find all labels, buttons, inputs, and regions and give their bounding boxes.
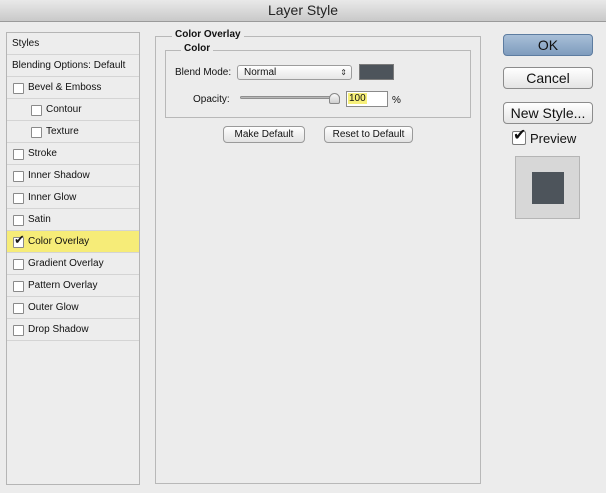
style-item-bevel-emboss[interactable]: Bevel & Emboss <box>7 77 139 99</box>
opacity-slider-thumb[interactable] <box>329 93 340 104</box>
blend-mode-value: Normal <box>244 67 277 78</box>
stroke-checkbox[interactable] <box>13 149 24 160</box>
contour-checkbox[interactable] <box>31 105 42 116</box>
drop-shadow-checkbox[interactable] <box>13 325 24 336</box>
style-item-gradient-overlay[interactable]: Gradient Overlay <box>7 253 139 275</box>
style-item-label: Bevel & Emboss <box>28 82 102 93</box>
new-style-button[interactable]: New Style... <box>503 102 593 124</box>
preview-label: Preview <box>530 131 577 146</box>
window-title: Layer Style <box>0 0 606 22</box>
blending-options-item[interactable]: Blending Options: Default <box>7 55 139 77</box>
style-item-label: Color Overlay <box>28 236 90 247</box>
blend-mode-label: Blend Mode: <box>175 67 232 78</box>
inner-shadow-checkbox[interactable] <box>13 171 24 182</box>
opacity-label: Opacity: <box>193 94 230 105</box>
styles-list: Styles Blending Options: Default Bevel &… <box>6 32 140 485</box>
bevel-emboss-checkbox[interactable] <box>13 83 24 94</box>
style-item-contour[interactable]: Contour <box>7 99 139 121</box>
style-item-stroke[interactable]: Stroke <box>7 143 139 165</box>
satin-checkbox[interactable] <box>13 215 24 226</box>
style-item-label: Drop Shadow <box>28 324 89 335</box>
style-item-label: Contour <box>46 104 82 115</box>
style-item-pattern-overlay[interactable]: Pattern Overlay <box>7 275 139 297</box>
checkmark-icon: ✔ <box>513 127 527 144</box>
style-item-color-overlay[interactable]: ✔ Color Overlay <box>7 231 139 253</box>
style-item-inner-glow[interactable]: Inner Glow <box>7 187 139 209</box>
style-item-label: Inner Shadow <box>28 170 90 181</box>
styles-header[interactable]: Styles <box>7 33 139 55</box>
gradient-overlay-checkbox[interactable] <box>13 259 24 270</box>
overlay-color-swatch[interactable] <box>359 64 394 80</box>
preview-checkbox[interactable]: ✔ <box>512 127 526 145</box>
select-arrows-icon: ⇕ <box>340 68 347 77</box>
style-item-label: Outer Glow <box>28 302 79 313</box>
style-item-label: Gradient Overlay <box>28 258 104 269</box>
color-overlay-checkbox[interactable]: ✔ <box>13 233 25 248</box>
ok-button[interactable]: OK <box>503 34 593 56</box>
section-title: Color Overlay <box>172 29 244 40</box>
style-item-label: Pattern Overlay <box>28 280 98 291</box>
opacity-value: 100 <box>348 93 367 104</box>
style-item-texture[interactable]: Texture <box>7 121 139 143</box>
opacity-unit: % <box>392 95 401 106</box>
checkmark-icon: ✔ <box>14 232 25 247</box>
preview-swatch <box>532 172 564 204</box>
style-item-satin[interactable]: Satin <box>7 209 139 231</box>
color-group <box>165 50 471 118</box>
cancel-button[interactable]: Cancel <box>503 67 593 89</box>
opacity-slider-track[interactable] <box>240 96 340 99</box>
style-item-label: Stroke <box>28 148 57 159</box>
inner-glow-checkbox[interactable] <box>13 193 24 204</box>
make-default-button[interactable]: Make Default <box>223 126 305 143</box>
reset-to-default-button[interactable]: Reset to Default <box>324 126 413 143</box>
style-item-inner-shadow[interactable]: Inner Shadow <box>7 165 139 187</box>
style-item-label: Inner Glow <box>28 192 77 203</box>
style-item-outer-glow[interactable]: Outer Glow <box>7 297 139 319</box>
blend-mode-select[interactable]: Normal ⇕ <box>237 65 352 80</box>
pattern-overlay-checkbox[interactable] <box>13 281 24 292</box>
group-title: Color <box>181 43 214 54</box>
outer-glow-checkbox[interactable] <box>13 303 24 314</box>
style-item-drop-shadow[interactable]: Drop Shadow <box>7 319 139 341</box>
style-item-label: Satin <box>28 214 51 225</box>
texture-checkbox[interactable] <box>31 127 42 138</box>
style-item-label: Texture <box>46 126 79 137</box>
opacity-input[interactable]: 100 <box>346 91 388 107</box>
